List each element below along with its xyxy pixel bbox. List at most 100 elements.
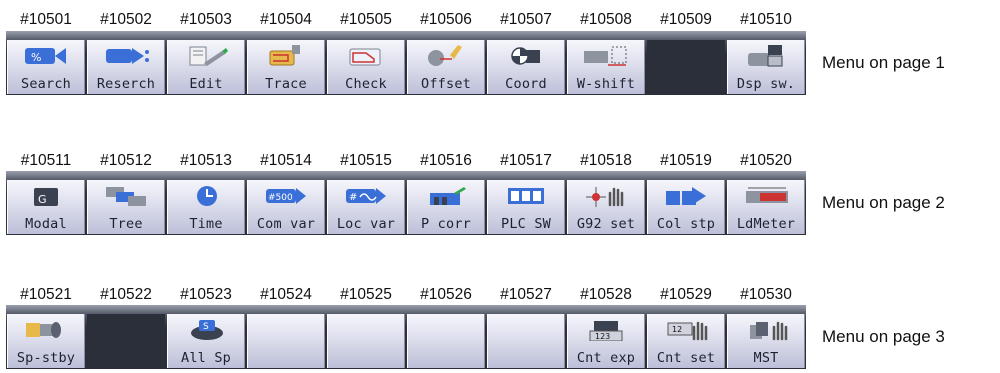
menu-key-label: Tree (109, 216, 143, 232)
menu-id: #10525 (340, 286, 392, 303)
menu-bar-page-1: % Search Reserch Edit Trace Check Offset… (6, 31, 806, 95)
menu-key-label: Loc var (336, 216, 396, 232)
collation-stop-icon (666, 187, 706, 205)
menu-id: #10527 (500, 286, 552, 303)
menu-key-p-corr[interactable]: P corr (407, 180, 485, 234)
menu-key-search[interactable]: % Search (7, 40, 85, 94)
menu-caption: Menu on page 1 (822, 53, 945, 72)
menu-key-cnt-exp[interactable]: 123 Cnt exp (567, 314, 645, 368)
menu-key-label: Edit (189, 76, 223, 92)
menu-key-label: All Sp (181, 350, 231, 366)
menu-id: #10502 (100, 11, 152, 28)
menu-key-plc-sw[interactable]: PLC SW (487, 180, 565, 234)
counter-expand-icon: 123 (589, 321, 623, 341)
menu-id: #10514 (260, 152, 312, 169)
menu-ids-page-1: #10501 #10502 #10503 #10504 #10505 #1050… (6, 11, 806, 28)
menu-id: #10516 (420, 152, 472, 169)
menu-key-empty (87, 314, 165, 368)
menu-key-time[interactable]: Time (167, 180, 245, 234)
icon-badge: #500 (268, 193, 293, 203)
menu-key-label: Offset (421, 76, 471, 92)
menu-key-col-stp[interactable]: Col stp (647, 180, 725, 234)
check-path-icon (349, 48, 381, 66)
menu-key-label: Com var (256, 216, 316, 232)
mst-hand-icon (750, 321, 788, 341)
menu-key-g92-set[interactable]: G92 set (567, 180, 645, 234)
menu-key-label: MST (753, 350, 779, 366)
menu-key-label: Sp-stby (16, 350, 76, 366)
menu-key-label: Check (345, 76, 387, 92)
edit-pencil-icon (189, 46, 228, 66)
menu-key-label: LdMeter (736, 216, 796, 232)
menu-key-label: Coord (505, 76, 547, 92)
menu-key-loc-var[interactable]: # Loc var (327, 180, 405, 234)
menu-id: #10513 (180, 152, 232, 169)
trace-tool-icon (269, 45, 300, 66)
menu-bar-page-3: Sp-stby S All Sp 123 Cnt exp 12 Cnt set (6, 305, 806, 369)
work-shift-icon (584, 46, 627, 66)
menu-id: #10526 (420, 286, 472, 303)
g92-hand-icon (586, 187, 624, 207)
menu-key-dsp-sw[interactable]: Dsp sw. (727, 40, 805, 94)
menu-bar-page-2: G Modal Tree Time #500 Com var # Loc var… (6, 171, 806, 235)
search-arrow-icon: % (25, 48, 66, 64)
menu-id: #10505 (340, 11, 392, 28)
menu-key-label: Search (21, 76, 71, 92)
menu-key-tree[interactable]: Tree (87, 180, 165, 234)
offset-tool-icon (428, 45, 462, 66)
menu-key-empty (247, 314, 325, 368)
menu-id: #10504 (260, 11, 312, 28)
icon-badge: # (349, 192, 357, 203)
menu-id: #10507 (500, 11, 552, 28)
menu-key-edit[interactable]: Edit (167, 40, 245, 94)
menu-ids-page-2: #10511 #10512 #10513 #10514 #10515 #1051… (6, 152, 806, 169)
menu-id: #10519 (660, 152, 712, 169)
display-switch-icon (748, 45, 783, 67)
menu-id: #10523 (180, 286, 232, 303)
menu-key-label: P corr (421, 216, 471, 232)
icon-badge: S (203, 322, 209, 332)
common-variable-icon: #500 (266, 188, 306, 204)
menu-key-label: Trace (265, 76, 307, 92)
menu-key-label: Modal (25, 216, 67, 232)
all-spindle-icon: S (191, 320, 223, 340)
menu-key-label: Cnt exp (576, 350, 636, 366)
icon-badge: 123 (595, 332, 610, 341)
research-arrow-icon (106, 48, 149, 64)
tree-windows-icon (106, 187, 146, 206)
menu-key-coord[interactable]: Coord (487, 40, 565, 94)
menu-id: #10510 (740, 11, 792, 28)
menu-id: #10522 (100, 286, 152, 303)
menu-id: #10517 (500, 152, 552, 169)
menu-key-com-var[interactable]: #500 Com var (247, 180, 325, 234)
icon-badge: 12 (672, 325, 682, 334)
menu-key-check[interactable]: Check (327, 40, 405, 94)
menu-key-trace[interactable]: Trace (247, 40, 325, 94)
svg-text:%: % (31, 51, 41, 64)
menu-id: #10503 (180, 11, 232, 28)
menu-id: #10520 (740, 152, 792, 169)
plc-switch-icon (508, 188, 544, 204)
menu-key-reserch[interactable]: Reserch (87, 40, 165, 94)
menu-key-offset[interactable]: Offset (407, 40, 485, 94)
load-meter-icon (746, 187, 788, 203)
menu-key-modal[interactable]: G Modal (7, 180, 85, 234)
counter-set-icon: 12 (667, 321, 708, 341)
menu-key-label: Cnt set (656, 350, 716, 366)
menu-key-ldmeter[interactable]: LdMeter (727, 180, 805, 234)
menu-key-cnt-set[interactable]: 12 Cnt set (647, 314, 725, 368)
menu-key-mst[interactable]: MST (727, 314, 805, 368)
menu-key-all-sp[interactable]: S All Sp (167, 314, 245, 368)
menu-key-label: Time (189, 216, 223, 232)
menu-key-sp-stby[interactable]: Sp-stby (7, 314, 85, 368)
menu-key-empty (487, 314, 565, 368)
parameter-correction-icon (430, 187, 466, 205)
menu-id: #10529 (660, 286, 712, 303)
menu-key-w-shift[interactable]: W-shift (567, 40, 645, 94)
menu-id: #10518 (580, 152, 632, 169)
menu-id: #10511 (20, 152, 72, 169)
menu-key-label: Reserch (96, 76, 156, 92)
menu-ids-page-3: #10521 #10522 #10523 #10524 #10525 #1052… (6, 286, 806, 303)
menu-key-label: W-shift (576, 76, 636, 92)
menu-id: #10508 (580, 11, 632, 28)
